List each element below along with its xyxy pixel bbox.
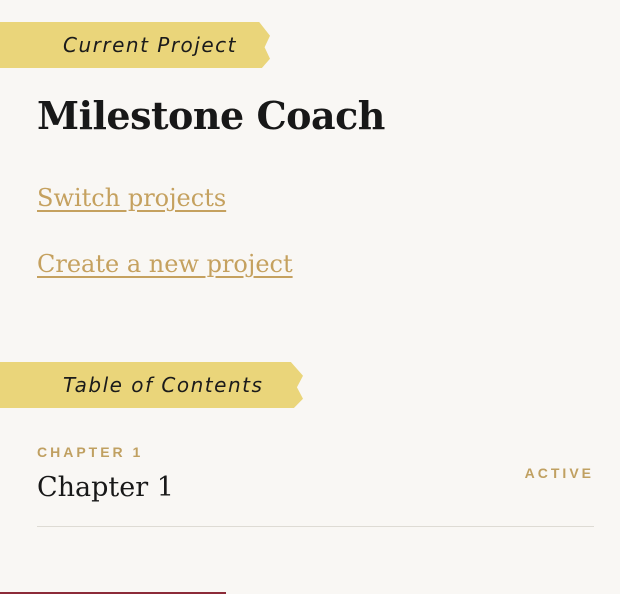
chapter-status-badge: ACTIVE <box>524 465 594 481</box>
chapter-row[interactable]: CHAPTER 1 Chapter 1 ACTIVE <box>37 440 594 527</box>
toc-label: Table of Contents <box>63 373 264 397</box>
toc-tape-label: Table of Contents <box>0 362 303 408</box>
chapter-kicker: CHAPTER 1 <box>37 444 144 460</box>
switch-projects-link[interactable]: Switch projects <box>37 184 226 212</box>
create-project-link[interactable]: Create a new project <box>37 250 293 278</box>
project-title: Milestone Coach <box>37 93 385 138</box>
chapter-title: Chapter 1 <box>37 472 174 503</box>
current-project-tape-label: Current Project <box>0 22 270 68</box>
current-project-label: Current Project <box>63 33 237 57</box>
